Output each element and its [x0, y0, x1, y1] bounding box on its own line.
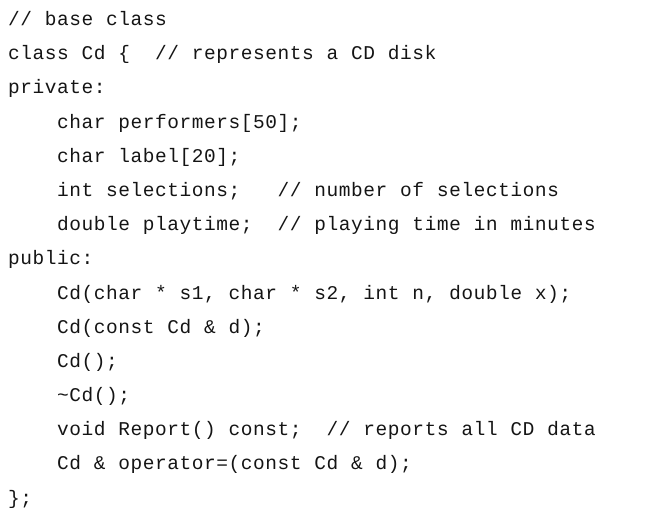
- code-line: Cd(const Cd & d);: [8, 316, 266, 339]
- code-listing-page: // base class class Cd { // represents a …: [0, 0, 670, 524]
- code-line: int selections; // number of selections: [8, 179, 560, 202]
- code-line: Cd & operator=(const Cd & d);: [8, 453, 413, 476]
- code-line: char label[20];: [8, 145, 241, 168]
- code-line: double playtime; // playing time in minu…: [8, 214, 597, 237]
- code-line: public:: [8, 248, 94, 271]
- code-line: ~Cd();: [8, 385, 131, 408]
- code-line: Cd();: [8, 350, 119, 373]
- code-line: class Cd { // represents a CD disk: [8, 43, 437, 66]
- code-block: // base class class Cd { // represents a …: [8, 3, 596, 516]
- code-line: Cd(char * s1, char * s2, int n, double x…: [8, 282, 572, 305]
- code-line: // base class: [8, 9, 168, 31]
- code-line: private:: [8, 77, 107, 100]
- code-line: };: [8, 487, 33, 510]
- code-line: void Report() const; // reports all CD d…: [8, 419, 597, 442]
- code-line: char performers[50];: [8, 111, 303, 134]
